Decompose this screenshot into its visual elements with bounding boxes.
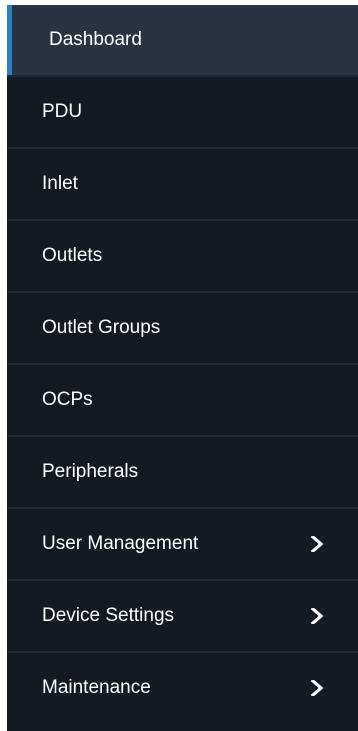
- sidebar-item-dashboard[interactable]: Dashboard: [7, 5, 358, 77]
- sidebar-item-label: Outlets: [42, 245, 103, 266]
- sidebar-item-label: Device Settings: [42, 605, 175, 626]
- sidebar-item-label: PDU: [42, 101, 83, 122]
- sidebar-item-user-management[interactable]: User Management: [7, 509, 358, 581]
- sidebar-item-label: Maintenance: [42, 677, 151, 698]
- sidebar-item-label: Outlet Groups: [42, 317, 161, 338]
- sidebar-item-label: User Management: [42, 533, 199, 554]
- sidebar-item-label: Peripherals: [42, 461, 139, 482]
- sidebar-item-label: Inlet: [42, 173, 78, 194]
- sidebar-nav: Dashboard PDU Inlet Outlets Outlet Group…: [7, 5, 358, 731]
- sidebar-item-peripherals[interactable]: Peripherals: [7, 437, 358, 509]
- sidebar-item-device-settings[interactable]: Device Settings: [7, 581, 358, 653]
- sidebar-item-pdu[interactable]: PDU: [7, 77, 358, 149]
- sidebar-item-outlet-groups[interactable]: Outlet Groups: [7, 293, 358, 365]
- chevron-right-icon: [309, 536, 325, 552]
- chevron-right-icon: [309, 680, 325, 696]
- sidebar-item-label: Dashboard: [49, 29, 142, 50]
- sidebar-item-inlet[interactable]: Inlet: [7, 149, 358, 221]
- chevron-right-icon: [309, 608, 325, 624]
- sidebar-item-ocps[interactable]: OCPs: [7, 365, 358, 437]
- sidebar-item-label: OCPs: [42, 389, 93, 410]
- sidebar-item-outlets[interactable]: Outlets: [7, 221, 358, 293]
- sidebar-item-maintenance[interactable]: Maintenance: [7, 653, 358, 723]
